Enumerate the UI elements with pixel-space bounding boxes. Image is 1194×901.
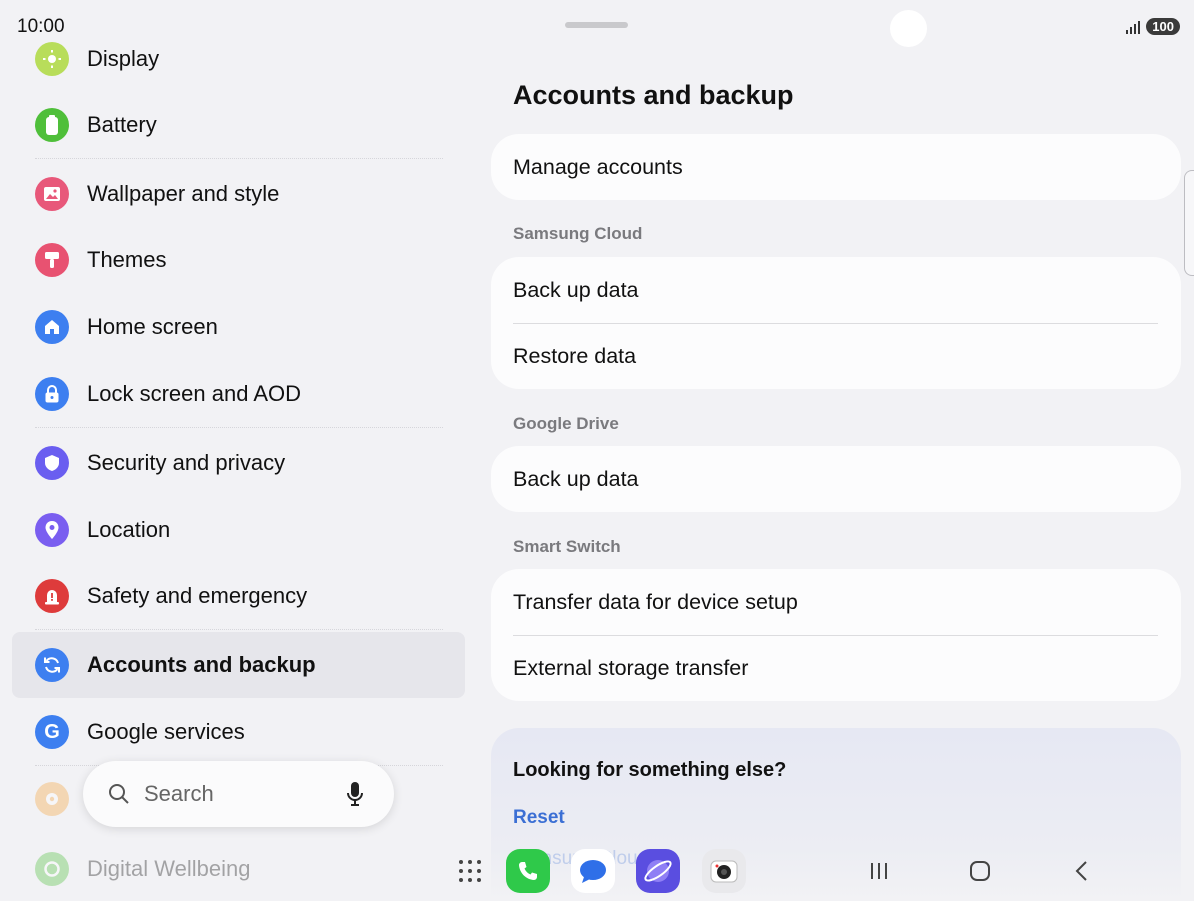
- looking-title: Looking for something else?: [513, 759, 787, 781]
- sidebar-item-label: Battery: [87, 112, 157, 137]
- sidebar-item-label: Location: [87, 517, 171, 542]
- back-button[interactable]: [1069, 858, 1095, 884]
- sync-icon: [35, 648, 69, 682]
- lock-icon: [35, 377, 69, 411]
- sidebar-item-label: Lock screen and AOD: [87, 381, 302, 406]
- sidebar-item-google[interactable]: G Google services: [12, 699, 465, 765]
- section-label-google-drive: Google Drive: [513, 414, 619, 433]
- sidebar-item-safety[interactable]: Safety and emergency: [12, 563, 465, 629]
- brush-icon: [35, 243, 69, 277]
- section-label-samsung-cloud: Samsung Cloud: [513, 224, 643, 243]
- recent-apps-button[interactable]: [866, 858, 892, 884]
- sidebar-item-home-screen[interactable]: Home screen: [12, 294, 465, 360]
- camera-app-icon[interactable]: [702, 849, 746, 893]
- sidebar-item-security[interactable]: Security and privacy: [12, 430, 465, 496]
- edge-panel-handle[interactable]: [1184, 170, 1194, 276]
- divider: [35, 158, 443, 159]
- battery-badge: 100: [1146, 18, 1180, 35]
- sidebar-item-label: Google services: [87, 719, 245, 744]
- sidebar-item-wallpaper[interactable]: Wallpaper and style: [12, 161, 465, 227]
- reset-link[interactable]: Reset: [513, 807, 565, 829]
- page-title: Accounts and backup: [513, 80, 794, 110]
- sidebar-item-label: Wallpaper and style: [87, 181, 280, 206]
- camera-cutout: [890, 10, 927, 47]
- manage-accounts-card: Manage accounts: [491, 134, 1181, 200]
- search-icon: [109, 784, 129, 804]
- manage-accounts-item[interactable]: Manage accounts: [491, 134, 1181, 200]
- google-backup-item[interactable]: Back up data: [491, 446, 1181, 512]
- sidebar-item-themes[interactable]: Themes: [12, 227, 465, 293]
- samsung-restore-item[interactable]: Restore data: [491, 323, 1181, 389]
- section-label-smart-switch: Smart Switch: [513, 537, 621, 556]
- google-icon: G: [35, 715, 69, 749]
- image-icon: [35, 177, 69, 211]
- samsung-cloud-card: Back up data Restore data: [491, 257, 1181, 389]
- sidebar-item-label: Safety and emergency: [87, 583, 308, 608]
- samsung-backup-item[interactable]: Back up data: [491, 257, 1181, 323]
- sidebar-item-location[interactable]: Location: [12, 497, 465, 563]
- external-storage-item[interactable]: External storage transfer: [491, 635, 1181, 701]
- sidebar-item-label: Display: [87, 46, 160, 71]
- home-button[interactable]: [967, 858, 993, 884]
- shield-icon: [35, 446, 69, 480]
- status-icons: 100: [1126, 18, 1180, 35]
- taskbar: [0, 840, 1194, 901]
- search-bar[interactable]: Search: [83, 761, 394, 827]
- sidebar-item-accounts-backup[interactable]: Accounts and backup: [12, 632, 465, 698]
- sidebar-item-lock-screen[interactable]: Lock screen and AOD: [12, 361, 465, 427]
- divider: [35, 629, 443, 630]
- sidebar-item-label: Themes: [87, 247, 167, 272]
- sidebar-item-label: Accounts and backup: [87, 652, 316, 677]
- sidebar-item-label: Home screen: [87, 314, 218, 339]
- sidebar-item-battery[interactable]: Battery: [12, 92, 465, 158]
- sidebar-item-display[interactable]: Display: [12, 26, 465, 92]
- mic-icon[interactable]: [346, 781, 364, 807]
- divider: [35, 427, 443, 428]
- home-icon: [35, 310, 69, 344]
- transfer-data-item[interactable]: Transfer data for device setup: [491, 569, 1181, 635]
- google-drive-card: Back up data: [491, 446, 1181, 512]
- signal-icon: [1126, 20, 1141, 34]
- battery-icon: [35, 108, 69, 142]
- phone-app-icon[interactable]: [506, 849, 550, 893]
- sidebar-item-label: Security and privacy: [87, 450, 286, 475]
- apps-grid-icon[interactable]: [459, 860, 481, 882]
- drag-handle[interactable]: [565, 22, 628, 28]
- location-pin-icon: [35, 513, 69, 547]
- smart-switch-card: Transfer data for device setup External …: [491, 569, 1181, 701]
- search-input[interactable]: Search: [144, 781, 346, 807]
- internet-app-icon[interactable]: [636, 849, 680, 893]
- sun-icon: [35, 42, 69, 76]
- messages-app-icon[interactable]: [571, 849, 615, 893]
- alert-icon: [35, 579, 69, 613]
- gear-icon: [35, 782, 69, 816]
